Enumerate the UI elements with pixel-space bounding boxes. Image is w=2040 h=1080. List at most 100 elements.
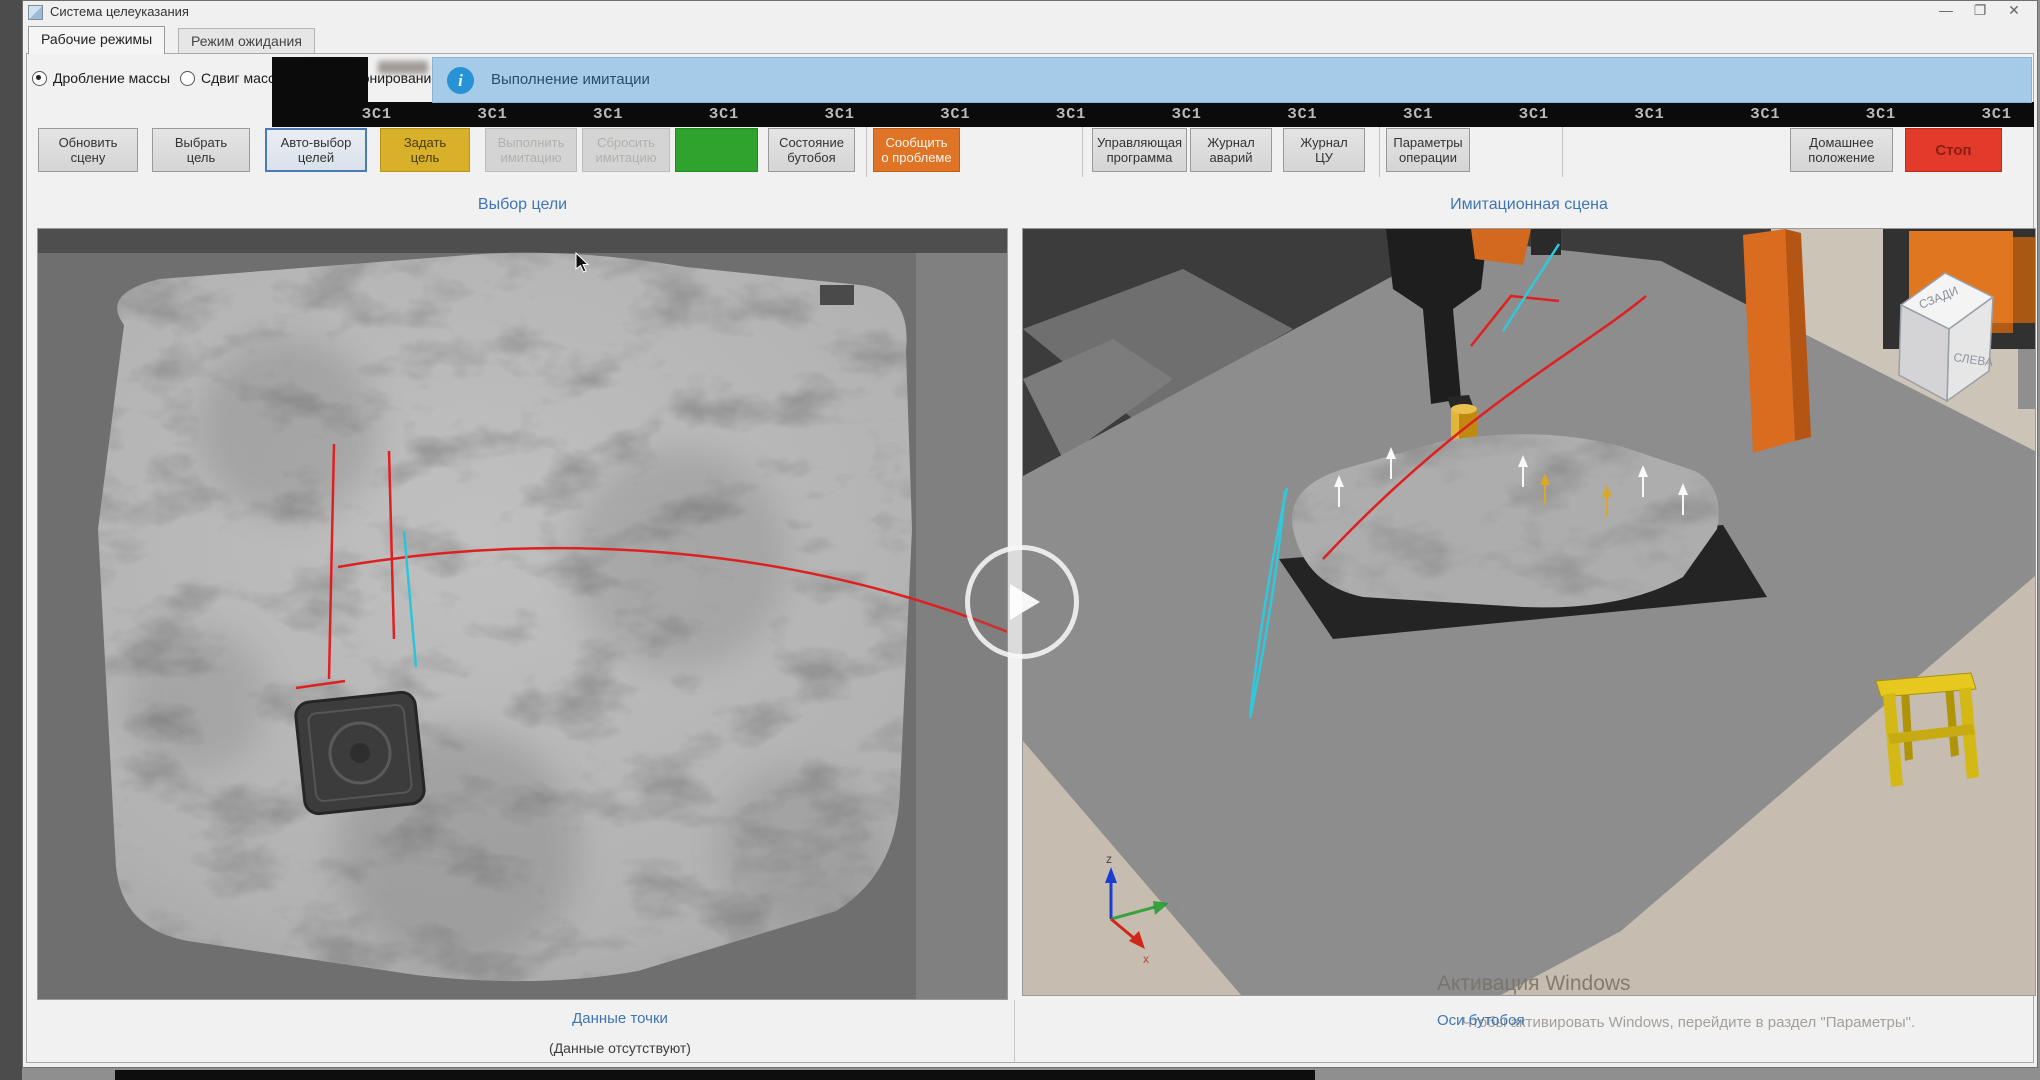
accident-log-button[interactable]: Журнал аварий <box>1190 128 1272 172</box>
overlay-strip-token: ЗС1 <box>1982 106 2012 123</box>
title-bar: Система целеуказания — ❐ ✕ <box>22 0 2036 24</box>
overlay-strip-token: ЗС1 <box>362 106 392 123</box>
report-problem-button[interactable]: Сообщить о проблеме <box>873 128 960 172</box>
select-target-button[interactable]: Выбрать цель <box>152 128 250 172</box>
overlay-strip-token: ЗС1 <box>478 106 508 123</box>
status-indicator-button[interactable] <box>675 128 758 172</box>
button-label: ЦУ <box>1315 150 1333 165</box>
set-target-button[interactable]: Задать цель <box>380 128 470 172</box>
ghost-artifact <box>378 61 428 74</box>
button-label: Задать <box>404 135 446 150</box>
video-overlay-strip: ЗС1 ЗС1 ЗС1 ЗС1 ЗС1 ЗС1 ЗС1 ЗС1 ЗС1 ЗС1 ЗС1 ЗС1 ЗС1 З… <box>340 102 2034 127</box>
overlay-strip-token: ЗС1 <box>1056 106 1086 123</box>
auto-select-targets-button[interactable]: Авто-выбор целей <box>265 128 367 172</box>
button-label: Стоп <box>1935 143 1971 158</box>
point-data-note: (Данные отсутствуют) <box>420 1040 820 1056</box>
button-label: цель <box>187 150 215 165</box>
overlay-strip-token: ЗС1 <box>1172 106 1202 123</box>
button-label: Управляющая <box>1097 135 1182 150</box>
video-play-button[interactable] <box>965 545 1079 659</box>
overlay-strip-token: ЗС1 <box>1750 106 1780 123</box>
toolbar-separator <box>1379 127 1380 177</box>
overlay-strip-token: ЗС1 <box>1519 106 1549 123</box>
button-label: о проблеме <box>881 150 951 165</box>
button-label: Журнал <box>1300 135 1347 150</box>
button-label: цель <box>411 150 439 165</box>
axis-y-label: y <box>1173 898 1179 912</box>
info-icon: i <box>447 67 474 94</box>
radio-mass-crushing[interactable]: Дробление массы <box>32 70 170 86</box>
simulation-viewport[interactable]: СЗАДИ СЛЕВА z y x <box>1022 228 2036 996</box>
button-label: бутобоя <box>787 150 835 165</box>
window-title: Система целеуказания <box>50 4 189 19</box>
button-label: аварий <box>1210 150 1253 165</box>
button-label: целей <box>298 150 334 165</box>
target-selection-viewport[interactable] <box>37 228 1008 1000</box>
close-button[interactable]: ✕ <box>2006 2 2022 19</box>
windows-activation-watermark-line2: Чтобы активировать Windows, перейдите в … <box>1462 1014 1915 1031</box>
refresh-scene-button[interactable]: Обновить сцену <box>38 128 138 172</box>
operation-params-button[interactable]: Параметры операции <box>1386 128 1470 172</box>
footer-divider <box>1014 1000 1015 1062</box>
button-label: Состояние <box>779 135 844 150</box>
control-program-button[interactable]: Управляющая программа <box>1092 128 1187 172</box>
windows-activation-watermark-line1: Активация Windows <box>1437 972 1631 996</box>
maximize-button[interactable]: ❐ <box>1972 2 1988 19</box>
button-label: программа <box>1107 150 1173 165</box>
overlay-strip-token: ЗС1 <box>1288 106 1318 123</box>
simulation-render: СЗАДИ СЛЕВА z y x <box>1023 229 2035 995</box>
button-label: имитацию <box>501 150 562 165</box>
left-panel-title: Выбор цели <box>37 196 1008 214</box>
video-progress-bar <box>115 1070 1315 1080</box>
button-label: Авто-выбор <box>281 135 352 150</box>
overlay-strip-token: ЗС1 <box>941 106 971 123</box>
button-label: операции <box>1399 150 1457 165</box>
overlay-strip-token: ЗС1 <box>1635 106 1665 123</box>
overlay-strip-token: ЗС1 <box>593 106 623 123</box>
orange-column <box>1743 229 1811 453</box>
breaker-axes-title: Оси бутобоя <box>1437 1012 1525 1029</box>
home-position-button[interactable]: Домашнее положение <box>1790 128 1893 172</box>
overlay-strip-token: ЗС1 <box>825 106 855 123</box>
rock-scan-render <box>38 229 1007 999</box>
point-data-title: Данные точки <box>420 1010 820 1027</box>
breaker-state-button[interactable]: Состояние бутобоя <box>768 128 855 172</box>
tab-working-modes[interactable]: Рабочие режимы <box>28 26 165 54</box>
button-label: положение <box>1808 150 1874 165</box>
toolbar-separator <box>866 127 867 177</box>
axis-x-label: x <box>1143 952 1149 966</box>
overlay-strip-token: ЗС1 <box>709 106 739 123</box>
status-banner-text: Выполнение имитации <box>491 71 650 88</box>
video-letterbox-left <box>0 0 22 1080</box>
button-label: Параметры <box>1393 135 1462 150</box>
button-label: сцену <box>71 150 106 165</box>
toolbar-separator <box>1562 127 1563 177</box>
button-label: Сбросить <box>597 135 655 150</box>
app-icon <box>28 5 43 20</box>
minimize-button[interactable]: — <box>1938 2 1954 19</box>
radio-dot <box>180 71 195 86</box>
reset-simulation-button[interactable]: Сбросить имитацию <box>582 128 670 172</box>
detected-object <box>294 691 425 815</box>
axis-z-label: z <box>1106 852 1112 866</box>
tab-standby-mode[interactable]: Режим ожидания <box>178 28 315 54</box>
stop-button[interactable]: Стоп <box>1905 128 2002 172</box>
video-frame: Система целеуказания — ❐ ✕ Рабочие режим… <box>0 0 2040 1080</box>
button-label: Выполнить <box>498 135 565 150</box>
button-label: имитацию <box>596 150 657 165</box>
button-label: Журнал <box>1207 135 1254 150</box>
overlay-strip-token: ЗС1 <box>1403 106 1433 123</box>
button-label: Домашнее <box>1809 135 1873 150</box>
button-label: Выбрать <box>175 135 227 150</box>
overlay-strip-token: ЗС1 <box>1866 106 1896 123</box>
status-banner: i Выполнение имитации <box>432 57 2032 103</box>
radio-mass-shift[interactable]: Сдвиг массы <box>180 70 285 86</box>
button-label: Обновить <box>59 135 118 150</box>
run-simulation-button[interactable]: Выполнить имитацию <box>485 128 577 172</box>
mouse-cursor <box>575 252 595 274</box>
targeting-log-button[interactable]: Журнал ЦУ <box>1283 128 1365 172</box>
play-icon <box>1010 584 1040 620</box>
radio-dot <box>32 71 47 86</box>
button-label: Сообщить <box>886 135 948 150</box>
toolbar-separator <box>1082 127 1083 177</box>
